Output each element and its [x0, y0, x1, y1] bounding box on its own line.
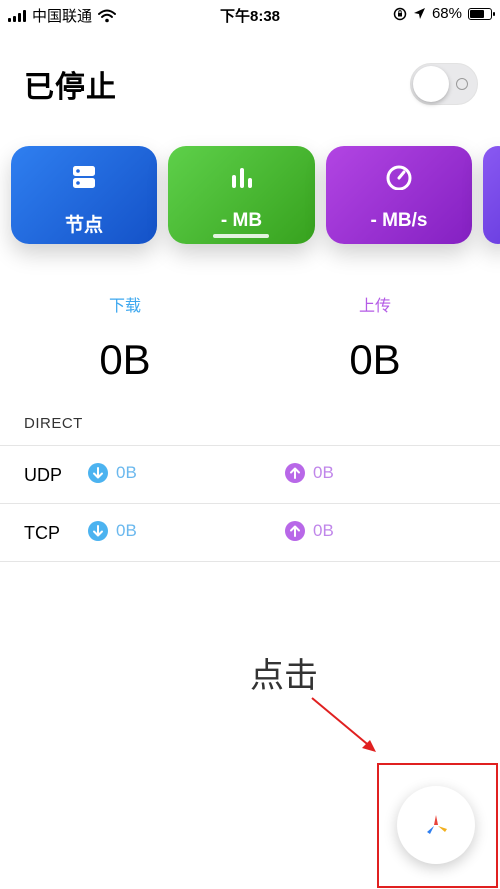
- card-page-indicator: [213, 234, 269, 238]
- connect-fab-button[interactable]: [397, 786, 475, 864]
- udp-download: 0B: [88, 463, 137, 483]
- vpn-toggle[interactable]: [410, 63, 478, 105]
- udp-download-value: 0B: [116, 463, 137, 482]
- arrow-down-circle-icon: [88, 521, 108, 541]
- battery-percent: 68%: [431, 5, 462, 22]
- location-icon: [413, 8, 425, 19]
- direct-section-header: DIRECT: [24, 415, 83, 432]
- download-total: 0B: [99, 336, 151, 383]
- status-right: 68%: [393, 5, 495, 22]
- tcp-row: TCP 0B 0B: [0, 504, 500, 562]
- udp-upload-value: 0B: [313, 463, 334, 482]
- red-arrow-icon: [311, 697, 376, 752]
- speed-card[interactable]: - MB/s: [326, 146, 472, 244]
- next-card-peek[interactable]: [483, 146, 500, 244]
- speedometer-icon: [326, 164, 472, 190]
- tcp-download: 0B: [88, 521, 137, 541]
- battery-icon: [468, 7, 495, 20]
- orientation-lock-icon: [393, 7, 407, 20]
- page-title: 已停止: [24, 71, 117, 104]
- traffic-card-label: - MB: [220, 210, 263, 231]
- card-carousel[interactable]: 节点 - MB - MB/s: [0, 146, 500, 246]
- toggle-off-indicator: [456, 78, 468, 90]
- toggle-knob: [413, 66, 449, 102]
- server-icon: [11, 164, 157, 190]
- upload-label: 上传: [358, 298, 391, 315]
- traffic-card[interactable]: - MB: [168, 146, 315, 244]
- divider: [0, 561, 500, 562]
- protocol-name: UDP: [24, 465, 63, 485]
- protocol-name: TCP: [24, 523, 60, 543]
- arrow-down-circle-icon: [88, 463, 108, 483]
- tcp-upload-value: 0B: [313, 521, 334, 540]
- nodes-card[interactable]: 节点: [11, 146, 157, 244]
- tcp-download-value: 0B: [116, 521, 137, 540]
- battery-fill: [470, 9, 484, 18]
- bar-chart-icon: [168, 164, 315, 190]
- status-bar: 中国联通 下午8:38 68%: [0, 0, 500, 28]
- arrow-up-circle-icon: [285, 463, 305, 483]
- udp-upload: 0B: [285, 463, 334, 483]
- speed-card-label: - MB/s: [370, 210, 428, 231]
- download-label: 下载: [108, 298, 141, 315]
- app-logo-icon: [427, 815, 447, 834]
- upload-total: 0B: [349, 336, 401, 383]
- nodes-card-label: 节点: [64, 215, 103, 236]
- tcp-upload: 0B: [285, 521, 334, 541]
- arrow-up-circle-icon: [285, 521, 305, 541]
- udp-row: UDP 0B 0B: [0, 446, 500, 504]
